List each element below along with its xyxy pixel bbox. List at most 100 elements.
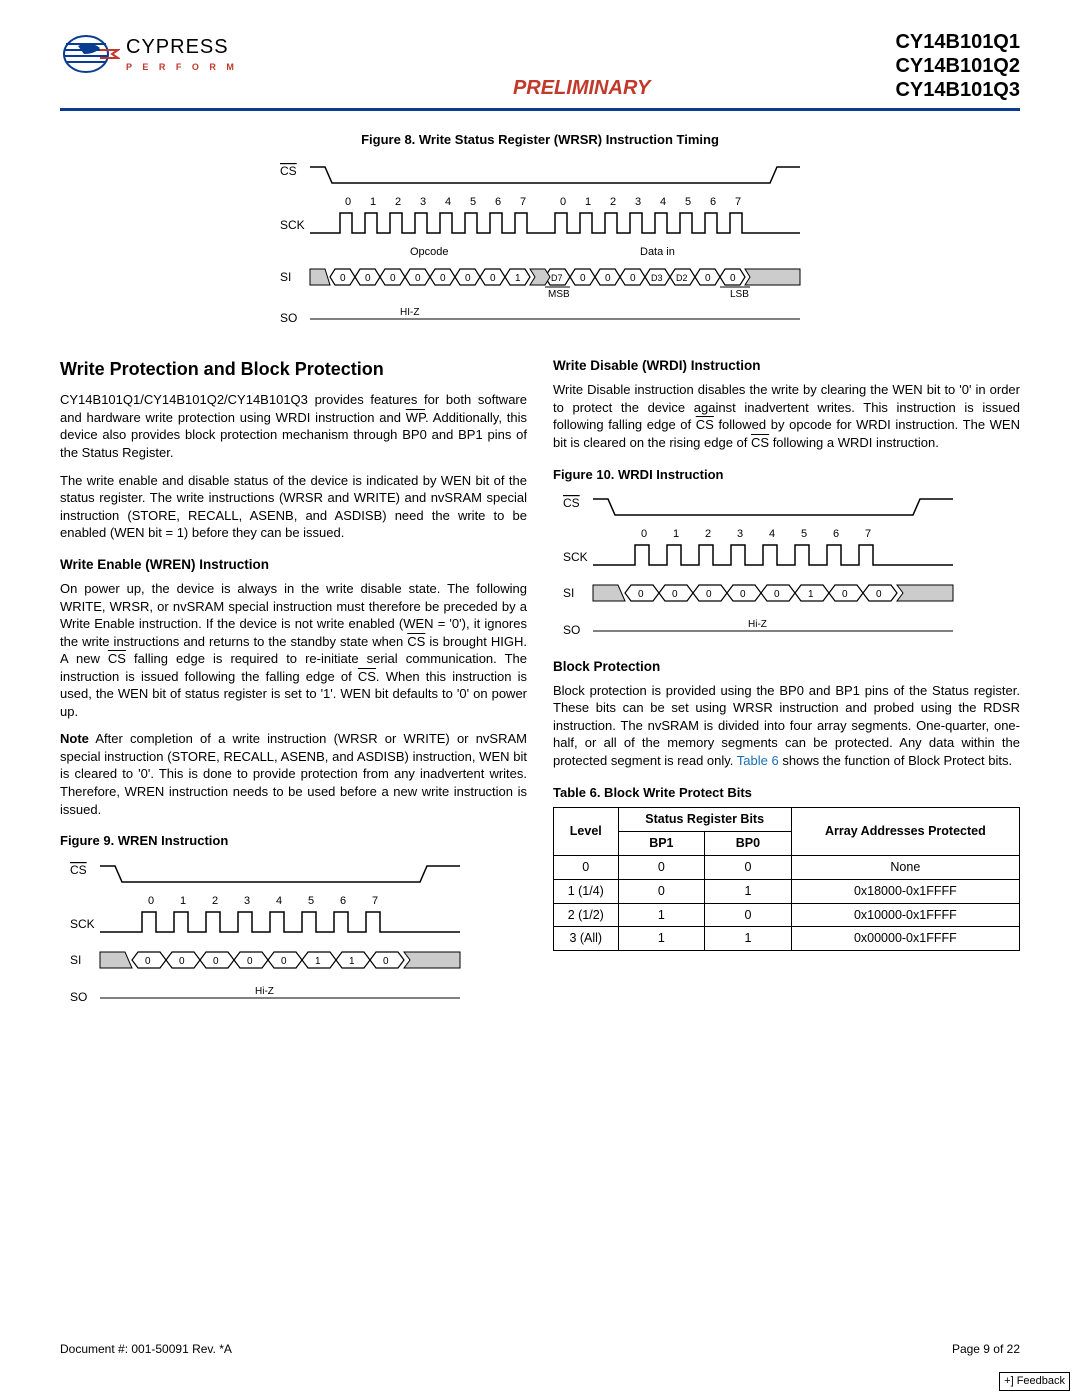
wren-para1: On power up, the device is always in the… [60, 580, 527, 720]
svg-text:5: 5 [685, 196, 691, 208]
svg-text:3: 3 [244, 895, 250, 907]
svg-text:HI-Z: HI-Z [400, 307, 419, 318]
table6-link[interactable]: Table 6 [737, 753, 779, 768]
svg-text:D2: D2 [676, 273, 688, 283]
svg-text:SCK: SCK [563, 550, 588, 564]
figure9-diagram: CS 01234567 SCK SI 0 0 0 0 0 1 1 0 [60, 856, 480, 1006]
cypress-logo-icon [60, 30, 120, 78]
svg-text:4: 4 [769, 528, 775, 540]
wp-para1: CY14B101Q1/CY14B101Q2/CY14B101Q3 provide… [60, 391, 527, 461]
svg-text:Opcode: Opcode [410, 246, 449, 258]
svg-text:Data in: Data in [640, 246, 675, 258]
svg-text:0: 0 [638, 589, 644, 600]
fig8-sck-label: SCK [280, 218, 305, 232]
bp-para: Block protection is provided using the B… [553, 682, 1020, 770]
svg-text:3: 3 [635, 196, 641, 208]
wrdi-heading: Write Disable (WRDI) Instruction [553, 357, 1020, 375]
svg-text:6: 6 [833, 528, 839, 540]
table-row: 1 (1/4)010x18000-0x1FFFF [554, 879, 1020, 903]
fig8-so-label: SO [280, 311, 297, 325]
svg-text:MSB: MSB [548, 289, 570, 300]
wren-para2: Note After completion of a write instruc… [60, 730, 527, 818]
svg-text:4: 4 [660, 196, 666, 208]
svg-text:3: 3 [420, 196, 426, 208]
svg-text:1: 1 [585, 196, 591, 208]
figure8-caption: Figure 8. Write Status Register (WRSR) I… [60, 131, 1020, 149]
svg-text:0: 0 [705, 273, 711, 284]
page-footer: Document #: 001-50091 Rev. *A Page 9 of … [60, 1341, 1020, 1357]
svg-text:0: 0 [560, 196, 566, 208]
svg-text:0: 0 [281, 956, 287, 967]
svg-text:6: 6 [495, 196, 501, 208]
svg-text:1: 1 [515, 273, 521, 284]
wp-para2: The write enable and disable status of t… [60, 472, 527, 542]
svg-text:0: 0 [490, 273, 496, 284]
part-numbers: CY14B101Q1 CY14B101Q2 CY14B101Q3 [895, 30, 1020, 102]
svg-text:0: 0 [415, 273, 421, 284]
svg-text:0: 0 [383, 956, 389, 967]
svg-text:3: 3 [737, 528, 743, 540]
svg-text:0: 0 [440, 273, 446, 284]
svg-text:6: 6 [340, 895, 346, 907]
block-protection-heading: Block Protection [553, 658, 1020, 676]
table6-caption: Table 6. Block Write Protect Bits [553, 784, 1020, 802]
preliminary-label: PRELIMINARY [513, 77, 650, 99]
svg-text:0: 0 [740, 589, 746, 600]
svg-text:0: 0 [842, 589, 848, 600]
part-3: CY14B101Q3 [895, 78, 1020, 102]
svg-text:0: 0 [774, 589, 780, 600]
svg-text:SO: SO [70, 990, 87, 1004]
svg-text:CS: CS [563, 496, 580, 510]
svg-text:1: 1 [180, 895, 186, 907]
svg-text:0: 0 [730, 273, 736, 284]
table-row: 000None [554, 855, 1020, 879]
svg-text:CS: CS [70, 863, 87, 877]
svg-text:0: 0 [345, 196, 351, 208]
svg-text:7: 7 [372, 895, 378, 907]
svg-text:0: 0 [641, 528, 647, 540]
svg-text:0: 0 [213, 956, 219, 967]
svg-text:SI: SI [563, 586, 574, 600]
svg-text:0: 0 [605, 273, 611, 284]
page-header: CYPRESS P E R F O R M PRELIMINARY CY14B1… [60, 30, 1020, 111]
logo-block: CYPRESS P E R F O R M [60, 30, 238, 78]
svg-text:SCK: SCK [70, 917, 95, 931]
svg-text:4: 4 [276, 895, 282, 907]
svg-text:1: 1 [315, 956, 321, 967]
svg-text:LSB: LSB [730, 289, 749, 300]
svg-text:1: 1 [808, 589, 814, 600]
svg-text:Hi-Z: Hi-Z [255, 986, 274, 997]
svg-text:0: 0 [706, 589, 712, 600]
table-row: 3 (All)110x00000-0x1FFFF [554, 927, 1020, 951]
figure10-diagram: CS 01234567 SCK SI 0 0 0 0 0 1 0 0 [553, 489, 973, 639]
brand-name: CYPRESS [126, 34, 238, 61]
svg-text:5: 5 [308, 895, 314, 907]
svg-text:0: 0 [390, 273, 396, 284]
svg-text:1: 1 [673, 528, 679, 540]
svg-text:7: 7 [865, 528, 871, 540]
right-column: Write Disable (WRDI) Instruction Write D… [553, 353, 1020, 1010]
svg-text:2: 2 [610, 196, 616, 208]
left-column: Write Protection and Block Protection CY… [60, 353, 527, 1010]
svg-text:0: 0 [580, 273, 586, 284]
svg-text:5: 5 [801, 528, 807, 540]
doc-number: Document #: 001-50091 Rev. *A [60, 1341, 232, 1357]
svg-text:2: 2 [395, 196, 401, 208]
wren-heading: Write Enable (WREN) Instruction [60, 556, 527, 574]
part-2: CY14B101Q2 [895, 54, 1020, 78]
fig8-si-label: SI [280, 270, 291, 284]
svg-text:0: 0 [465, 273, 471, 284]
figure9-caption: Figure 9. WREN Instruction [60, 832, 527, 850]
feedback-button[interactable]: +] Feedback [999, 1372, 1070, 1391]
svg-text:2: 2 [705, 528, 711, 540]
svg-text:7: 7 [520, 196, 526, 208]
svg-text:4: 4 [445, 196, 451, 208]
brand-tagline: P E R F O R M [126, 61, 238, 73]
part-1: CY14B101Q1 [895, 30, 1020, 54]
svg-text:D3: D3 [651, 273, 663, 283]
svg-text:7: 7 [735, 196, 741, 208]
figure10-caption: Figure 10. WRDI Instruction [553, 466, 1020, 484]
svg-text:0: 0 [148, 895, 154, 907]
svg-text:SO: SO [563, 623, 580, 637]
svg-text:0: 0 [247, 956, 253, 967]
